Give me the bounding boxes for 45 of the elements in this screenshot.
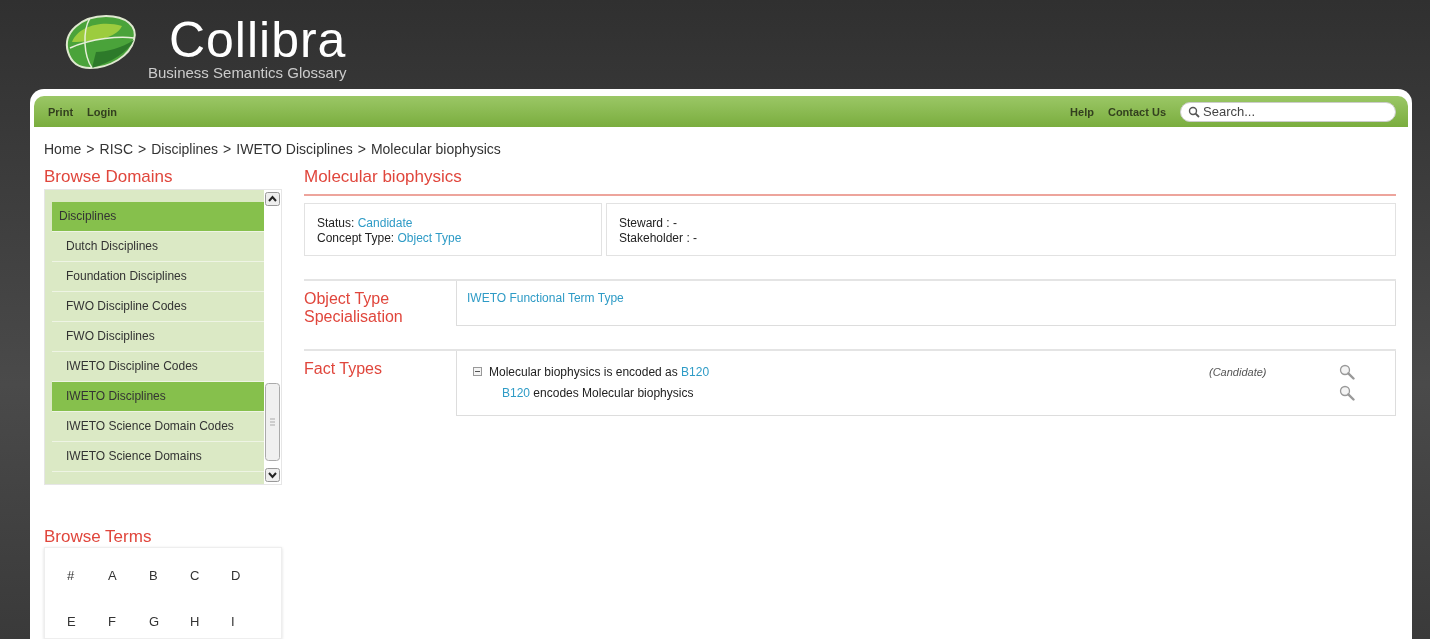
fact-text: B120 encodes Molecular biophysics bbox=[501, 385, 695, 400]
section-title: Fact Types bbox=[304, 359, 383, 379]
section-title: Browse Domains bbox=[44, 167, 174, 187]
letter-link[interactable]: # bbox=[67, 568, 108, 592]
section-title: Object Type Specialisation bbox=[304, 289, 404, 326]
letter-link[interactable]: G bbox=[149, 614, 190, 638]
breadcrumb-link[interactable]: Disciplines bbox=[151, 141, 219, 157]
fact-status: (Candidate) bbox=[1209, 365, 1268, 378]
toolbar-link[interactable]: Print bbox=[48, 105, 74, 118]
search-field[interactable]: Search... bbox=[1180, 101, 1396, 122]
breadcrumb-separator: > bbox=[223, 141, 232, 157]
letter-link[interactable]: A bbox=[108, 568, 149, 592]
letter-link[interactable]: D bbox=[231, 568, 272, 592]
term-title: Molecular biophysics bbox=[304, 167, 1396, 196]
letter-link[interactable]: F bbox=[108, 614, 149, 638]
scroll-up-button[interactable] bbox=[265, 192, 280, 206]
breadcrumb-link[interactable]: Home bbox=[44, 141, 82, 157]
search-icon bbox=[1188, 105, 1200, 118]
fact-text: Molecular biophysics is encoded as B120 bbox=[488, 364, 711, 379]
letter-link[interactable]: E bbox=[67, 614, 108, 638]
letter-link[interactable]: H bbox=[190, 614, 231, 638]
collapse-icon[interactable] bbox=[473, 367, 482, 376]
domain-item[interactable]: Disciplines bbox=[52, 202, 264, 232]
breadcrumb-link[interactable]: RISC bbox=[99, 141, 133, 157]
info-line: Stakeholder : - bbox=[619, 231, 699, 246]
breadcrumb-link[interactable]: IWETO Disciplines bbox=[236, 141, 353, 157]
breadcrumb-separator: > bbox=[357, 141, 366, 157]
info-line: Status: Candidate bbox=[317, 216, 414, 231]
toolbar-link[interactable]: Login bbox=[87, 105, 117, 118]
letter-link[interactable]: B bbox=[149, 568, 190, 592]
info-line: Steward : - bbox=[619, 216, 679, 231]
toolbar-link[interactable]: Help bbox=[1070, 105, 1094, 118]
scroll-thumb[interactable] bbox=[265, 383, 280, 461]
letter-link[interactable]: I bbox=[231, 614, 272, 638]
section-title: Browse Terms bbox=[44, 527, 153, 547]
letter-link[interactable]: C bbox=[190, 568, 231, 592]
search-icon[interactable] bbox=[1339, 363, 1355, 380]
breadcrumb-separator: > bbox=[86, 141, 95, 157]
breadcrumb-separator: > bbox=[138, 141, 147, 157]
search-icon[interactable] bbox=[1339, 384, 1355, 401]
toolbar-link[interactable]: Contact Us bbox=[1107, 105, 1166, 118]
info-line: Concept Type: Object Type bbox=[317, 231, 463, 246]
domain-item[interactable]: IWETO Disciplines bbox=[52, 382, 264, 412]
scroll-down-button[interactable] bbox=[265, 468, 280, 482]
breadcrumb-link[interactable]: Molecular biophysics bbox=[370, 141, 501, 157]
